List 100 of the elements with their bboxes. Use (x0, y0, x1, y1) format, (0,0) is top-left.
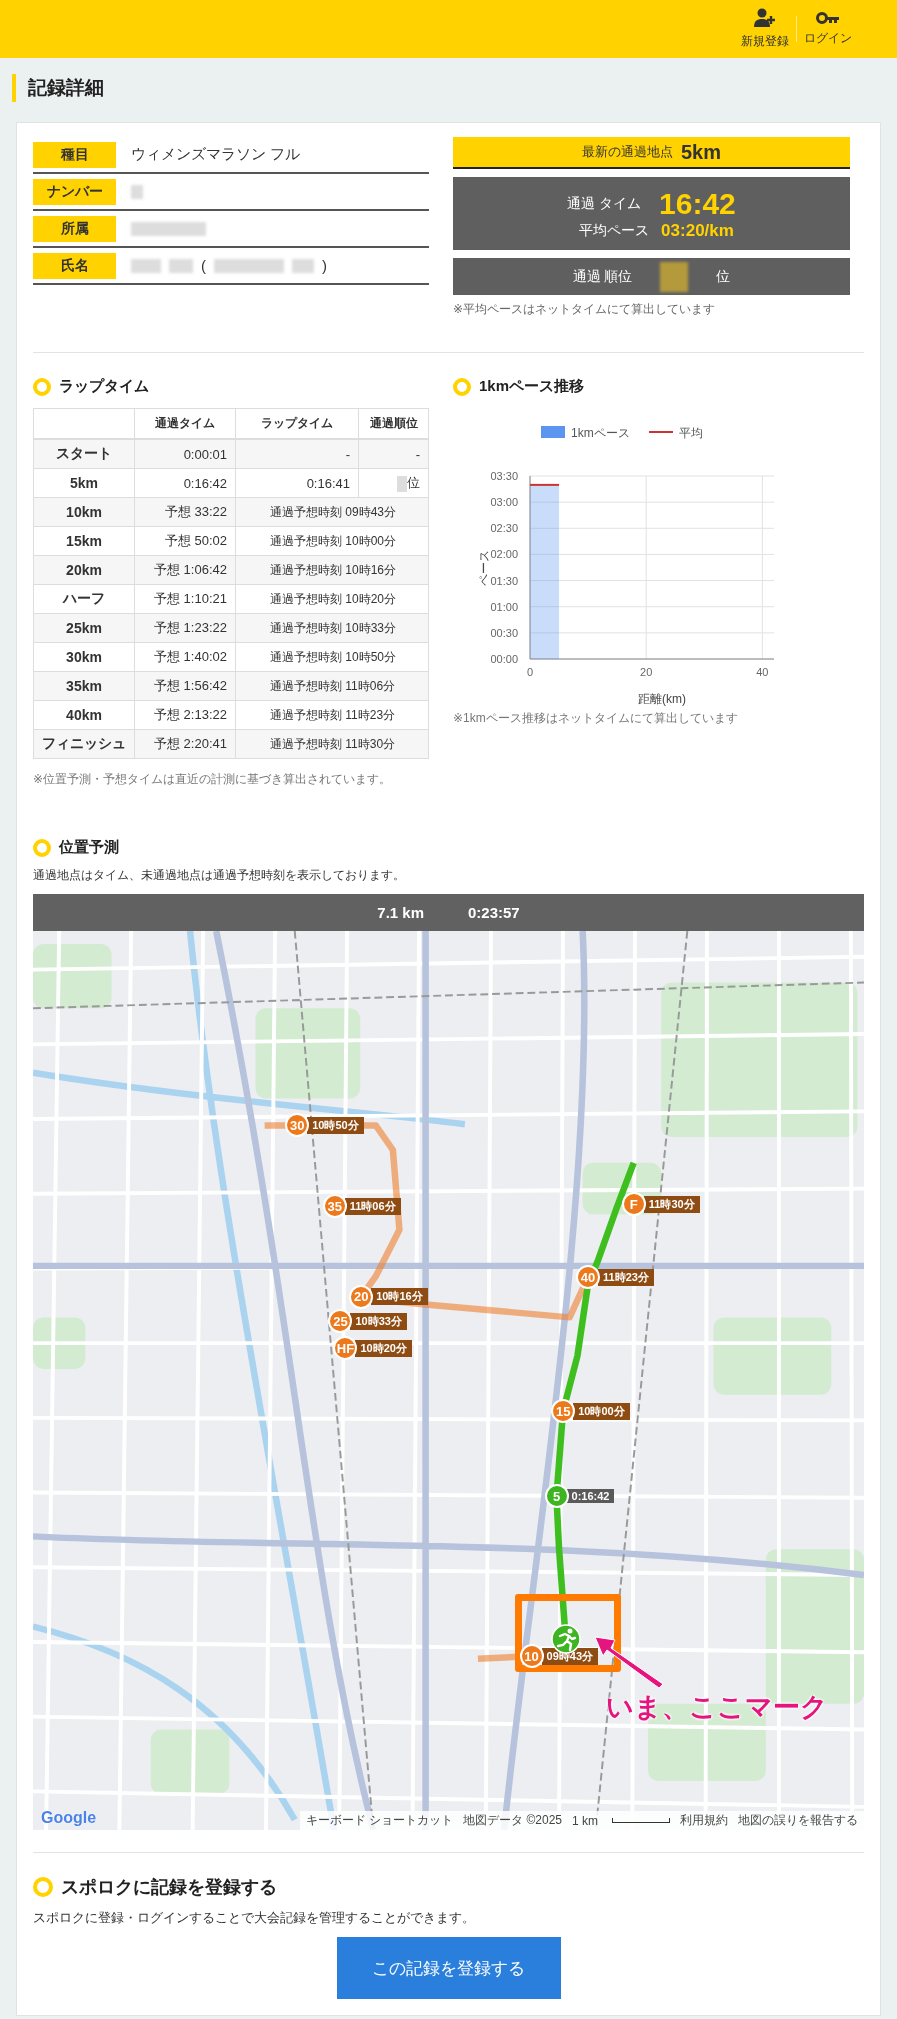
checkpoint-cell: ハーフ (33, 584, 135, 614)
rank-cell: - (358, 439, 429, 469)
axis-tick-label: 02:00 (490, 548, 518, 561)
split-time-cell: 予想 1:06:42 (134, 555, 236, 585)
runner-icon (550, 1623, 581, 1654)
split-time-cell: 0:00:01 (134, 439, 236, 469)
average-pace-value: 03:20/km (661, 220, 734, 241)
redacted-block (660, 261, 689, 292)
estimated-time-cell: 通過予想時刻 10時20分 (235, 584, 429, 614)
split-time-label: 通過 タイム (567, 194, 642, 213)
legend-swatch (541, 426, 565, 438)
average-line (529, 483, 561, 486)
page-title: 記録詳細 (28, 77, 104, 98)
register-button[interactable]: この記録を登録する (336, 1937, 561, 1999)
scale-bar (612, 1818, 670, 1823)
estimated-time-cell: 通過予想時刻 10時50分 (235, 642, 429, 672)
latest-point-value: 5km (681, 140, 721, 164)
field-label: 所属 (33, 215, 116, 242)
field-label: 種目 (33, 141, 116, 168)
parenthesis: ( (201, 257, 206, 274)
estimated-time-cell: 通過予想時刻 09時43分 (235, 497, 429, 527)
estimated-time-cell: 通過予想時刻 10時33分 (235, 613, 429, 643)
header-link[interactable]: 新規登録 (734, 8, 796, 50)
header-link[interactable]: ログイン (797, 11, 859, 47)
split-time-value: 16:42 (659, 186, 736, 221)
estimated-time-cell: 通過予想時刻 10時16分 (235, 555, 429, 585)
parenthesis: ) (322, 257, 327, 274)
section-heading: 1kmペース推移 (479, 377, 585, 396)
axis-tick-label: 01:00 (490, 600, 518, 613)
latest-point-label: 最新の通過地点 (582, 143, 673, 161)
redacted-block (131, 184, 143, 199)
axis-tick-label: 00:30 (490, 626, 518, 639)
redacted-block (292, 258, 314, 273)
section-heading: 位置予測 (59, 838, 119, 857)
checkpoint-cell: 25km (33, 613, 135, 643)
split-time-cell: 予想 1:40:02 (134, 642, 236, 672)
key-icon (816, 11, 840, 25)
axis-tick-label: 00:00 (490, 653, 518, 665)
checkpoint-cell: フィニッシュ (33, 729, 135, 759)
checkpoint-cell: 5km (33, 468, 135, 498)
circle-bullet-icon (33, 1877, 53, 1897)
scale-label: 1 km (572, 1813, 598, 1828)
axis-title: ペース (477, 549, 491, 586)
split-time-cell: 予想 2:20:41 (134, 729, 236, 759)
axis-tick-label: 01:30 (490, 574, 518, 587)
axis-tick-label: 40 (756, 666, 769, 678)
axis-tick-label: 0 (526, 666, 534, 678)
axis-tick-label: 20 (640, 666, 653, 678)
checkpoint-cell: 15km (33, 526, 135, 556)
section-heading: スポロクに記録を登録する (61, 1876, 277, 1899)
lap-time-cell: 0:16:41 (235, 468, 359, 498)
pace-chart-note: ※1kmペース推移はネットタイムにて算出しています (453, 710, 739, 727)
rank-label: 通過 順位 (572, 267, 633, 286)
map-logo: Google (41, 1809, 97, 1827)
split-time-cell: 予想 33:22 (134, 497, 236, 527)
rank-cell: 位 (358, 468, 429, 498)
checkpoint-cell: 20km (33, 555, 135, 585)
axis-title: 距離(km) (638, 692, 686, 706)
checkpoint-cell: 30km (33, 642, 135, 672)
circle-bullet-icon (33, 377, 51, 396)
map-description: 通過地点はタイム、未通過地点は通過予想時刻を表示しております。 (33, 867, 406, 884)
redacted-block (169, 258, 193, 273)
circle-bullet-icon (33, 838, 51, 857)
redacted-block (214, 258, 284, 273)
elapsed-time-value: 0:23:57 (468, 904, 520, 921)
split-time-cell: 予想 2:13:22 (134, 700, 236, 730)
split-time-cell: 予想 50:02 (134, 526, 236, 556)
map-footer-link[interactable]: キーボード ショートカット (305, 1812, 454, 1829)
redacted-block (131, 258, 161, 273)
average-pace-label: 平均ペース (579, 221, 650, 240)
annotation-text: いま、ここマーク (606, 1690, 829, 1724)
split-time-cell: 0:16:42 (134, 468, 236, 498)
split-time-cell: 予想 1:56:42 (134, 671, 236, 701)
axis-tick-label: 02:30 (490, 522, 518, 535)
checkpoint-cell: 35km (33, 671, 135, 701)
map-footer-link[interactable]: 利用規約 (680, 1812, 728, 1829)
checkpoint-cell: 10km (33, 497, 135, 527)
marker-label: 10時16分 (371, 1288, 428, 1306)
split-time-cell: 予想 1:10:21 (134, 584, 236, 614)
estimated-time-cell: 通過予想時刻 11時30分 (235, 729, 429, 759)
marker-label: 0:16:42 (566, 1489, 615, 1504)
estimated-time-cell: 通過予想時刻 11時23分 (235, 700, 429, 730)
field-label: ナンバー (33, 178, 116, 205)
field-value: ウィメンズマラソン フル (131, 145, 301, 164)
split-time-cell: 予想 1:23:22 (134, 613, 236, 643)
prediction-note: ※位置予測・予想タイムは直近の計測に基づき算出されています。 (33, 771, 393, 788)
pace-note: ※平均ペースはネットタイムにて算出しています (453, 301, 717, 318)
rank-unit: 位 (716, 267, 731, 286)
distance-value: 7.1 km (377, 904, 424, 921)
add-user-icon (754, 8, 776, 28)
legend-label: 平均 (679, 426, 703, 440)
section-heading: ラップタイム (59, 377, 149, 396)
checkpoint-cell: 40km (33, 700, 135, 730)
field-label: 氏名 (33, 252, 116, 279)
checkpoint-cell: スタート (33, 439, 135, 469)
axis-tick-label: 03:00 (490, 496, 518, 509)
estimated-time-cell: 通過予想時刻 11時06分 (235, 671, 429, 701)
legend-label: 1kmペース (571, 426, 630, 440)
register-description: スポロクに登録・ログインすることで大会記録を管理することができます。 (33, 1909, 476, 1927)
map-footer-link[interactable]: 地図の誤りを報告する (738, 1812, 858, 1829)
